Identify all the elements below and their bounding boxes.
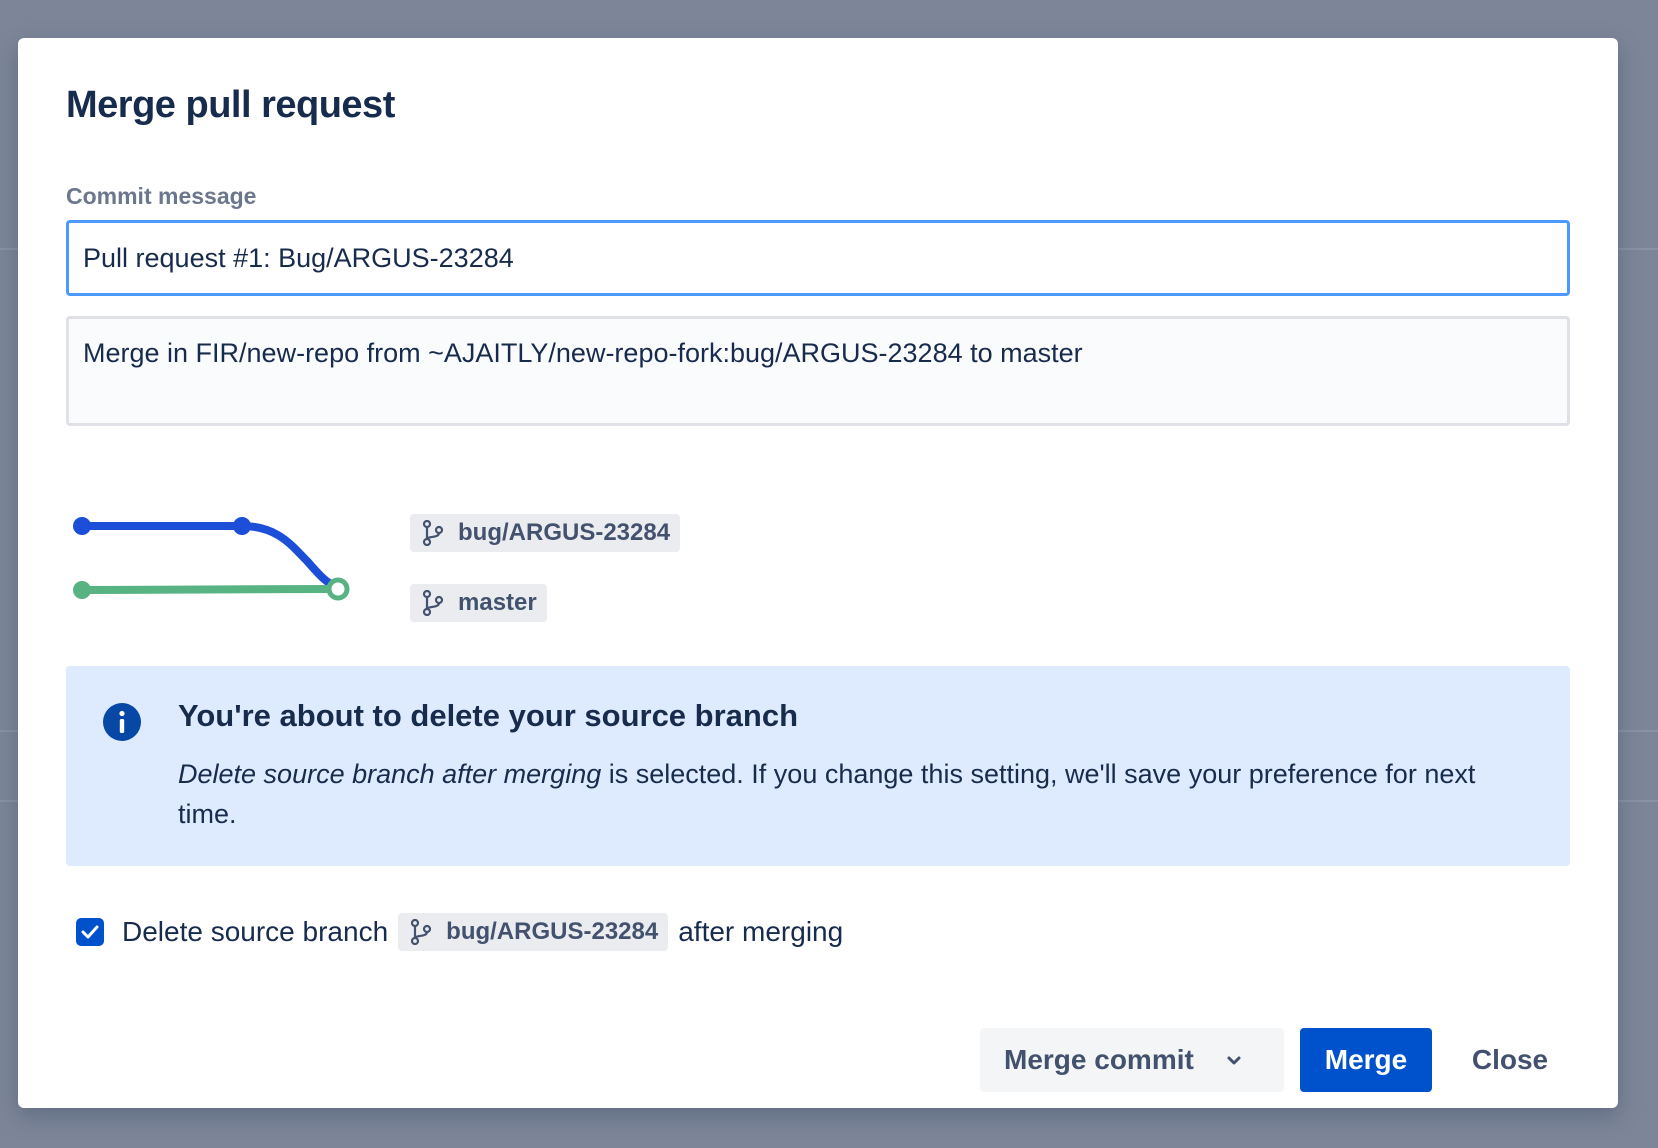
- source-branch-start-dot: [73, 517, 91, 535]
- branch-merge-graph: [73, 517, 350, 601]
- close-button[interactable]: Close: [1454, 1028, 1566, 1092]
- target-branch-line: [78, 585, 332, 594]
- checkmark-icon: [81, 925, 99, 939]
- info-body: Delete source branch after merging is se…: [178, 754, 1538, 834]
- target-branch-start-dot: [73, 581, 91, 599]
- branch-icon: [410, 919, 432, 945]
- commit-message-label: Commit message: [66, 183, 257, 209]
- info-heading: You're about to delete your source branc…: [178, 698, 799, 733]
- merge-button[interactable]: Merge: [1300, 1028, 1432, 1092]
- merge-pull-request-dialog: Merge pull request Commit message Merge …: [18, 38, 1618, 1108]
- delete-label-before: Delete source branch: [122, 916, 389, 947]
- dialog-title: Merge pull request: [66, 84, 395, 126]
- source-branch-lozenge: bug/ARGUS-23284: [410, 514, 681, 552]
- delete-source-branch-option: Delete source branch bug/ARGUS-23284 aft…: [74, 908, 843, 956]
- delete-branch-name: bug/ARGUS-23284: [446, 918, 659, 945]
- target-branch-name: master: [458, 589, 537, 616]
- commit-subject-input[interactable]: [66, 220, 1570, 296]
- info-body-emphasis: Delete source branch after merging: [178, 759, 602, 789]
- delete-branch-lozenge: bug/ARGUS-23284: [398, 913, 669, 951]
- merge-strategy-dropdown[interactable]: Merge commit: [980, 1028, 1284, 1092]
- delete-label-after: after merging: [678, 916, 844, 947]
- merge-point-dot: [326, 577, 350, 601]
- chevron-down-icon: [1227, 1056, 1241, 1065]
- branch-icon: [422, 590, 444, 616]
- info-icon: [103, 703, 141, 741]
- delete-branch-info-panel: You're about to delete your source branc…: [66, 666, 1570, 866]
- source-branch-name: bug/ARGUS-23284: [458, 519, 671, 546]
- delete-source-branch-checkbox[interactable]: [76, 918, 104, 946]
- target-branch-lozenge: master: [410, 584, 547, 622]
- merge-strategy-label: Merge commit: [1004, 1044, 1194, 1075]
- commit-body-textarea[interactable]: Merge in FIR/new-repo from ~AJAITLY/new-…: [66, 316, 1570, 426]
- branch-icon: [422, 520, 444, 546]
- source-branch-commit-dot: [233, 517, 251, 535]
- source-branch-line: [78, 522, 342, 592]
